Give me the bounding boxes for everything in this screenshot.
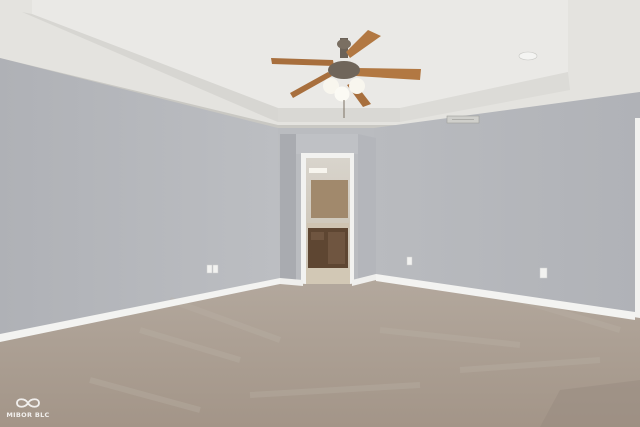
right-door-trim bbox=[635, 118, 640, 323]
vanity-top bbox=[307, 223, 349, 228]
outlet-left-2 bbox=[212, 264, 219, 274]
watermark-text: MIBOR BLC bbox=[6, 411, 50, 419]
fan-light-right bbox=[349, 78, 365, 94]
watermark: MIBOR BLC bbox=[6, 396, 50, 419]
bathroom-mirror bbox=[311, 180, 348, 218]
bathroom-floor bbox=[306, 268, 350, 284]
bathroom-light bbox=[309, 168, 327, 173]
tray-ceiling-edge-center bbox=[278, 108, 400, 122]
infinity-icon bbox=[16, 398, 40, 408]
fan-motor bbox=[328, 61, 360, 79]
vanity-drawer bbox=[311, 232, 324, 240]
outlet-back bbox=[406, 256, 413, 266]
vanity-door bbox=[328, 232, 345, 264]
fan-light-center bbox=[334, 86, 350, 102]
room-photo: MIBOR BLC bbox=[0, 0, 640, 427]
room-illustration bbox=[0, 0, 640, 427]
alcove-header bbox=[296, 134, 358, 154]
alcove-left-wall bbox=[280, 134, 296, 286]
fan-canopy bbox=[337, 39, 351, 49]
alcove-right-wall bbox=[358, 134, 376, 283]
outlet-left bbox=[206, 264, 213, 274]
outlet-right bbox=[539, 267, 548, 279]
smoke-detector bbox=[518, 51, 538, 61]
